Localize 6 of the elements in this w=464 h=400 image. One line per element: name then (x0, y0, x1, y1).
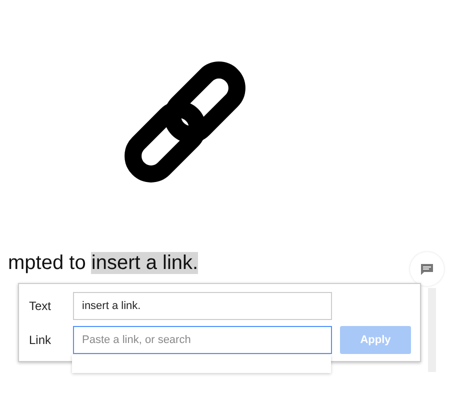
sentence: mpted to insert a link. (7, 251, 200, 276)
text-label: Text (29, 299, 52, 313)
comment-icon[interactable] (410, 252, 444, 286)
link-field[interactable]: Paste a link, or search (73, 326, 332, 354)
link-label: Link (29, 333, 52, 347)
text-field[interactable]: insert a link. (73, 292, 332, 320)
